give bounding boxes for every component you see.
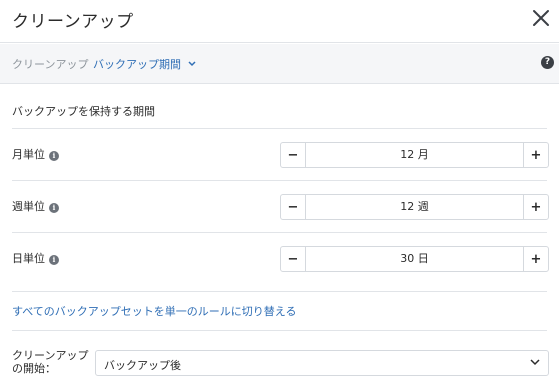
monthly-value[interactable]: 12 月 <box>306 143 523 167</box>
dialog-header: クリーンアップ <box>0 0 559 43</box>
weekly-value[interactable]: 12 週 <box>306 195 523 219</box>
weekly-stepper: − 12 週 + <box>280 194 549 220</box>
divider <box>12 330 547 331</box>
daily-value[interactable]: 30 日 <box>306 247 523 271</box>
cleanup-start-selected: バックアップ後 <box>104 359 181 372</box>
chevron-down-icon <box>187 61 196 67</box>
info-icon[interactable]: i <box>49 203 59 213</box>
breadcrumb-root[interactable]: クリーンアップ <box>12 56 88 72</box>
breadcrumb-current-label: バックアップ期間 <box>93 58 181 71</box>
weekly-decrement-button[interactable]: − <box>281 195 306 219</box>
daily-stepper: − 30 日 + <box>280 246 549 272</box>
weekly-label: 週単位 i <box>12 198 59 214</box>
cleanup-start-label: クリーンアップ の開始： <box>12 349 88 375</box>
cleanup-start-label-line2: の開始： <box>12 362 56 375</box>
weekly-increment-button[interactable]: + <box>523 195 548 219</box>
daily-label: 日単位 i <box>12 250 59 266</box>
divider <box>12 180 547 181</box>
monthly-decrement-button[interactable]: − <box>281 143 306 167</box>
monthly-label: 月単位 i <box>12 146 59 162</box>
monthly-stepper: − 12 月 + <box>280 142 549 168</box>
monthly-label-text: 月単位 <box>12 148 45 161</box>
daily-increment-button[interactable]: + <box>523 247 548 271</box>
breadcrumb-current-dropdown[interactable]: バックアップ期間 <box>93 56 196 72</box>
daily-decrement-button[interactable]: − <box>281 247 306 271</box>
divider <box>12 232 547 233</box>
divider <box>12 291 547 292</box>
chevron-down-icon <box>530 359 540 366</box>
help-icon[interactable]: ? <box>541 56 554 69</box>
weekly-label-text: 週単位 <box>12 200 45 213</box>
daily-label-text: 日単位 <box>12 252 45 265</box>
monthly-increment-button[interactable]: + <box>523 143 548 167</box>
switch-to-single-rule-link[interactable]: すべてのバックアップセットを単一のルールに切り替える <box>12 303 296 319</box>
cleanup-start-select[interactable]: バックアップ後 <box>95 350 549 376</box>
close-icon[interactable] <box>531 8 551 28</box>
breadcrumb: クリーンアップ バックアップ期間 <box>0 44 559 84</box>
retention-section-title: バックアップを保持する期間 <box>12 105 155 118</box>
dialog-title: クリーンアップ <box>12 12 134 32</box>
info-icon[interactable]: i <box>49 255 59 265</box>
cleanup-start-label-line1: クリーンアップ <box>12 349 89 362</box>
divider <box>12 128 547 129</box>
info-icon[interactable]: i <box>49 151 59 161</box>
